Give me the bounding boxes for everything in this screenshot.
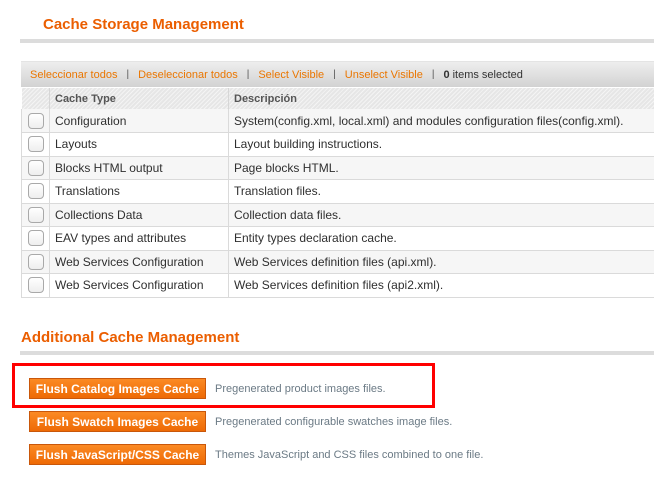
row-checkbox[interactable]: [27, 112, 44, 129]
row-checkbox[interactable]: [27, 183, 44, 200]
section-divider: [20, 39, 654, 43]
table-row[interactable]: Collections Data Collection data files.: [21, 203, 654, 227]
description-cell: Web Services definition files (api2.xml)…: [228, 273, 654, 298]
row-checkbox[interactable]: [27, 206, 44, 223]
row-checkbox[interactable]: [27, 159, 44, 176]
action-row: Flush JavaScript/CSS Cache Themes JavaSc…: [29, 444, 483, 465]
select-visible-link[interactable]: Select Visible: [258, 69, 324, 81]
section-divider: [20, 351, 654, 355]
selected-count-label: items selected: [452, 68, 523, 81]
unselect-all-link[interactable]: Deseleccionar todos: [138, 69, 238, 81]
table-header-row: Cache Type Descripción: [21, 88, 654, 109]
flush-catalog-images-button[interactable]: Flush Catalog Images Cache: [29, 378, 206, 399]
action-row: Flush Catalog Images Cache Pregenerated …: [29, 378, 386, 399]
separator: |: [431, 69, 435, 80]
row-checkbox[interactable]: [27, 230, 44, 247]
checkbox-column-header: [21, 88, 50, 109]
cache-type-cell: Blocks HTML output: [49, 156, 229, 180]
table-row[interactable]: Web Services Configuration Web Services …: [21, 250, 654, 274]
separator: |: [126, 69, 130, 80]
cache-type-cell: Web Services Configuration: [49, 273, 229, 298]
description-cell: Translation files.: [228, 179, 654, 204]
cache-storage-title: Cache Storage Management: [43, 16, 244, 33]
description-cell: Web Services definition files (api.xml).: [228, 250, 654, 274]
row-checkbox[interactable]: [27, 253, 44, 270]
cache-type-cell: Translations: [49, 179, 229, 204]
cache-type-cell: EAV types and attributes: [49, 226, 229, 251]
cache-type-cell: Configuration: [49, 109, 229, 133]
cache-type-cell: Collections Data: [49, 203, 229, 227]
action-description: Pregenerated product images files.: [215, 382, 386, 395]
table-row[interactable]: Layouts Layout building instructions.: [21, 132, 654, 157]
row-checkbox[interactable]: [27, 277, 44, 294]
table-row[interactable]: Blocks HTML output Page blocks HTML.: [21, 156, 654, 180]
description-cell: Page blocks HTML.: [228, 156, 654, 180]
table-row[interactable]: Translations Translation files.: [21, 179, 654, 204]
table-row[interactable]: EAV types and attributes Entity types de…: [21, 226, 654, 251]
select-all-link[interactable]: Seleccionar todos: [30, 69, 117, 81]
table-row[interactable]: Web Services Configuration Web Services …: [21, 273, 654, 298]
massaction-bar: Seleccionar todos | Deseleccionar todos …: [21, 61, 654, 87]
cache-types-table: Cache Type Descripción Configuration Sys…: [21, 88, 654, 298]
separator: |: [246, 69, 250, 80]
table-row[interactable]: Configuration System(config.xml, local.x…: [21, 109, 654, 133]
separator: |: [333, 69, 336, 80]
description-cell: Collection data files.: [228, 203, 654, 227]
additional-cache-title: Additional Cache Management: [21, 329, 240, 346]
column-header-cache-type[interactable]: Cache Type: [49, 88, 229, 109]
selected-count: 0: [443, 68, 450, 81]
description-cell: Entity types declaration cache.: [228, 226, 654, 251]
cache-type-cell: Layouts: [49, 132, 229, 157]
description-cell: Layout building instructions.: [228, 132, 654, 157]
action-description: Themes JavaScript and CSS files combined…: [215, 448, 484, 461]
action-row: Flush Swatch Images Cache Pregenerated c…: [29, 411, 452, 432]
flush-swatch-images-button[interactable]: Flush Swatch Images Cache: [29, 411, 206, 432]
cache-type-cell: Web Services Configuration: [49, 250, 229, 274]
flush-js-css-button[interactable]: Flush JavaScript/CSS Cache: [29, 444, 206, 465]
action-description: Pregenerated configurable swatches image…: [215, 415, 453, 428]
description-cell: System(config.xml, local.xml) and module…: [228, 109, 654, 133]
row-checkbox[interactable]: [27, 136, 44, 153]
unselect-visible-link[interactable]: Unselect Visible: [345, 69, 423, 81]
column-header-description[interactable]: Descripción: [228, 88, 654, 109]
